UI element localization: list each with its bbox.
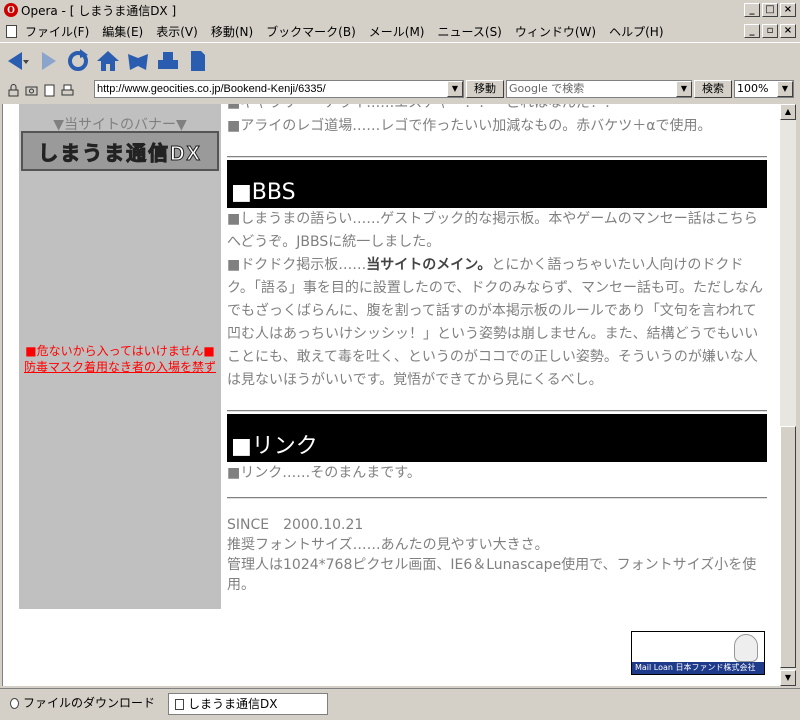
divider <box>227 410 767 412</box>
window-title: Opera - [ しまうま通信DX ] <box>21 3 177 18</box>
menu-edit[interactable]: 編集(E) <box>102 23 143 40</box>
camera-icon[interactable] <box>24 83 39 98</box>
document-icon <box>6 24 17 38</box>
forward-icon[interactable] <box>36 49 60 73</box>
menu-navigation[interactable]: 移動(N) <box>211 23 253 40</box>
download-tab-label: ファイルのダウンロード <box>23 696 156 710</box>
page-icon[interactable] <box>42 83 57 98</box>
ad-text: Mail Loan 日本ファンド株式会社 <box>632 662 764 674</box>
opera-logo-icon: O <box>4 3 18 17</box>
maximize-button[interactable]: □ <box>762 3 778 17</box>
link-heading: ■リンク <box>227 414 767 462</box>
bbs-doku-prefix[interactable]: ■ドクドク掲示板…… <box>227 257 366 273</box>
main-content: ■ギャラリー・アライ……エスチャー！！ これはなんだ！？ ■アライのレゴ道場……… <box>227 104 767 595</box>
bbs-heading: ■BBS <box>227 160 767 208</box>
menu-help[interactable]: ヘルプ(H) <box>609 23 663 40</box>
print-icon[interactable] <box>156 49 180 73</box>
page-tab[interactable]: しまうま通信DX <box>168 693 328 715</box>
site-banner[interactable]: しまうま通信DX <box>21 131 219 171</box>
page-tab-label: しまうま通信DX <box>188 697 278 711</box>
lego-line[interactable]: ■アライのレゴ道場……レゴで作ったいい加減なもの。赤バケツ＋αで使用。 <box>227 115 767 138</box>
vertical-scrollbar[interactable]: ▲ ▼ <box>780 104 796 686</box>
menu-bar: ファイル(F) 編集(E) 表示(V) 移動(N) ブックマーク(B) メール(… <box>0 20 800 42</box>
zoom-dropdown-button[interactable]: ▼ <box>777 81 793 97</box>
page-viewport: ▼当サイトのバナー▼ しまうま通信DX ■危ないから入ってはいけません■ 防毒マ… <box>2 104 780 686</box>
title-bar: O Opera - [ しまうま通信DX ] _ □ × <box>0 0 800 20</box>
mdi-restore-button[interactable]: ▫ <box>762 24 778 38</box>
home-icon[interactable] <box>96 49 120 73</box>
download-icon <box>10 698 19 709</box>
bbs-main-emphasis: 当サイトのメイン。 <box>366 257 492 273</box>
download-tab[interactable]: ファイルのダウンロード <box>6 693 164 715</box>
lock-icon[interactable] <box>6 83 21 98</box>
navigation-toolbar <box>0 42 800 78</box>
warning-text: ■危ないから入ってはいけません■ <box>25 344 215 358</box>
dog-mascot-icon <box>734 634 758 662</box>
go-button[interactable]: 移動 <box>466 80 504 98</box>
warning-link[interactable]: 防毒マスク着用なき者の入場を禁ず <box>19 358 221 375</box>
scroll-up-button[interactable]: ▲ <box>780 104 796 120</box>
banner-text: しまうま通信DX <box>38 142 202 165</box>
new-page-icon[interactable] <box>186 49 210 73</box>
admin-info: 管理人は1024*768ピクセル画面、IE6＆Lunascape使用で、フォント… <box>227 557 757 593</box>
menu-window[interactable]: ウィンドウ(W) <box>515 23 596 40</box>
address-toolbar: http://www.geocities.co.jp/Bookend-Kenji… <box>0 78 800 102</box>
page-tab-icon <box>175 699 184 710</box>
bookmarks-icon[interactable] <box>126 49 150 73</box>
mdi-minimize-button[interactable]: _ <box>744 24 760 38</box>
status-bar: ファイルのダウンロード しまうま通信DX <box>0 688 800 720</box>
url-input[interactable]: http://www.geocities.co.jp/Bookend-Kenji… <box>94 80 464 98</box>
scroll-down-button[interactable]: ▼ <box>780 670 796 686</box>
link-text[interactable]: ■リンク……そのまんまです。 <box>227 462 767 485</box>
minimize-button[interactable]: _ <box>744 3 760 17</box>
back-icon[interactable] <box>6 49 30 73</box>
menu-view[interactable]: 表示(V) <box>156 23 198 40</box>
search-engine-dropdown[interactable]: ▼ <box>676 81 692 97</box>
menu-file[interactable]: ファイル(F) <box>25 23 89 40</box>
bbs-guestbook-text: ■しまうまの語らい……ゲストブック的な掲示板。本やゲームのマンセー話はこちらへど… <box>227 211 758 250</box>
gallery-line[interactable]: ■ギャラリー・アライ……エスチャー！！ これはなんだ！？ <box>227 104 767 115</box>
divider <box>227 497 767 499</box>
font-recommendation: 推奨フォントサイズ……あんたの見やすい大きさ。 <box>227 537 549 553</box>
mdi-close-button[interactable]: × <box>780 24 796 38</box>
ad-banner[interactable]: Mail Loan 日本ファンド株式会社 <box>631 631 765 675</box>
divider <box>227 156 767 158</box>
search-button[interactable]: 検索 <box>694 80 732 98</box>
menu-bookmarks[interactable]: ブックマーク(B) <box>266 23 356 40</box>
reload-icon[interactable] <box>66 48 90 73</box>
since-text: SINCE 2000.10.21 <box>227 517 364 533</box>
menu-mail[interactable]: メール(M) <box>369 23 425 40</box>
menu-news[interactable]: ニュース(S) <box>437 23 501 40</box>
bbs-main-body: とにかく語っちゃいたい人向けのドクドク。「語る」事を目的に設置したので、ドクのみ… <box>227 257 764 388</box>
url-dropdown-button[interactable]: ▼ <box>447 81 463 97</box>
close-button[interactable]: × <box>780 3 796 17</box>
left-sidebar: ▼当サイトのバナー▼ しまうま通信DX ■危ないから入ってはいけません■ 防毒マ… <box>19 104 221 609</box>
printer-small-icon[interactable] <box>60 83 75 98</box>
scroll-thumb[interactable] <box>780 426 796 668</box>
bbs-main-text: ■ドクドク掲示板……当サイトのメイン。とにかく語っちゃいたい人向けのドクドク。「… <box>227 254 767 392</box>
search-input[interactable]: Google で検索 <box>506 80 692 98</box>
